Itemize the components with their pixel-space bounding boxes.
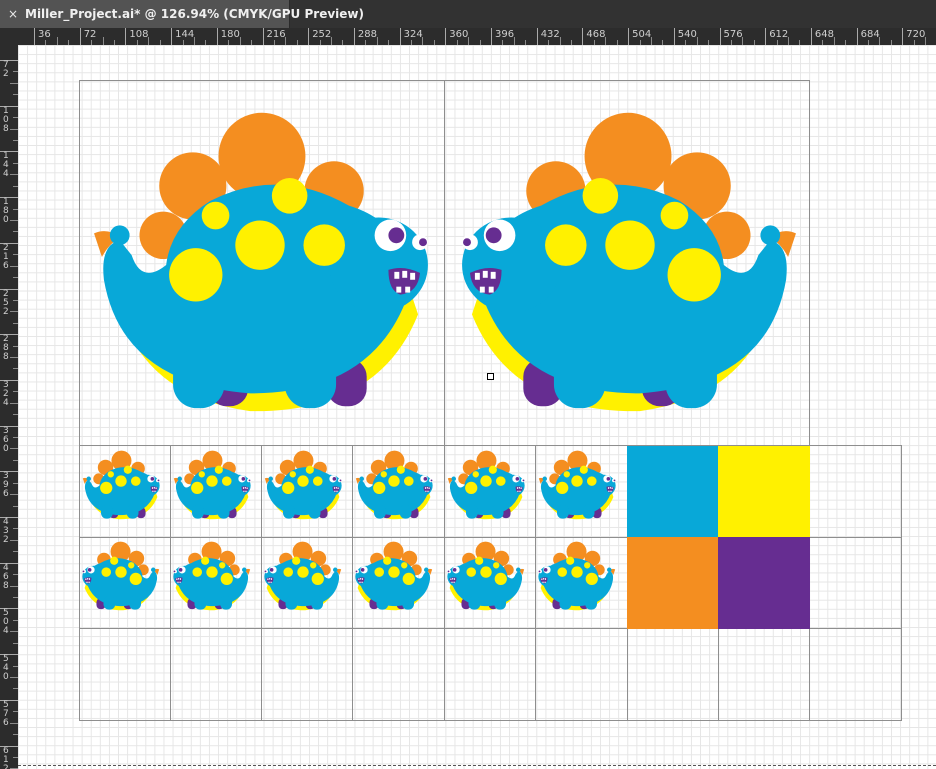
ruler-label: 36: [34, 28, 51, 45]
color-swatch-blue[interactable]: [627, 446, 719, 538]
ruler-tick: [513, 37, 515, 45]
artboard-small[interactable]: [809, 628, 902, 721]
document-tab-bar: × Miller_Project.ai* @ 126.94% (CMYK/GPU…: [0, 0, 936, 28]
small-dino-left-facing[interactable]: [80, 538, 162, 613]
vertical-ruler[interactable]: 7210814418021625228832436039643246850454…: [0, 45, 18, 769]
artboard-small[interactable]: [718, 628, 810, 721]
ruler-label: 72: [0, 60, 18, 79]
small-dino-right-facing[interactable]: [445, 447, 527, 522]
ruler-tick: [696, 37, 698, 45]
ruler-tick: [468, 37, 470, 45]
horizontal-ruler[interactable]: 36 72 108 144 180 216 252 288 324 360 396 432 468 504…: [18, 28, 936, 45]
small-dino-right-facing[interactable]: [353, 447, 435, 522]
artboard-small[interactable]: [809, 445, 902, 538]
small-dino-right-facing[interactable]: [80, 447, 162, 522]
artboard-small[interactable]: [444, 628, 536, 721]
ruler-tick: [605, 37, 607, 45]
ruler-tick: [788, 37, 789, 45]
artboard-small[interactable]: [627, 628, 719, 721]
ruler-label: 216: [0, 242, 18, 271]
document-tab[interactable]: × Miller_Project.ai* @ 126.94% (CMYK/GPU…: [0, 0, 364, 28]
ruler-tick: [10, 128, 18, 130]
large-dino-left-facing[interactable]: [452, 97, 808, 423]
ruler-tick: [10, 448, 18, 450]
ruler-tick: [10, 174, 18, 176]
small-dino-right-facing[interactable]: [262, 447, 344, 522]
artboard-small[interactable]: [352, 628, 445, 721]
ruler-tick: [239, 37, 241, 45]
small-dino-left-facing[interactable]: [171, 538, 253, 613]
ruler-tick: [10, 357, 18, 358]
artboard-canvas[interactable]: [18, 45, 936, 769]
ruler-label: 72: [79, 28, 96, 45]
artboard-small[interactable]: [261, 628, 353, 721]
ruler-tick: [10, 219, 18, 221]
ruler-tick: [10, 402, 18, 404]
ruler-tick: [879, 37, 881, 45]
ruler-tick: [650, 37, 652, 45]
ruler-label: 252: [0, 288, 18, 317]
small-dino-right-facing[interactable]: [536, 447, 618, 522]
ruler-tick: [193, 37, 195, 45]
small-dino-left-facing[interactable]: [262, 538, 344, 613]
color-swatch-yellow[interactable]: [718, 446, 810, 538]
small-dino-left-facing[interactable]: [445, 538, 527, 613]
ruler-label: 396: [0, 471, 18, 499]
artboard-small[interactable]: [170, 628, 262, 721]
ruler-tick: [742, 37, 744, 45]
artboard-small[interactable]: [809, 537, 902, 629]
ruler-tick: [422, 37, 424, 45]
ruler-label: 180: [0, 197, 18, 225]
ruler-tick: [285, 37, 287, 45]
ruler-label: 144: [0, 151, 18, 179]
large-dino-right-facing[interactable]: [82, 97, 438, 423]
ruler-tick: [925, 37, 927, 45]
ruler-tick: [10, 722, 18, 724]
artboard-bottom-edge: [18, 765, 936, 766]
ruler-tick: [10, 265, 18, 267]
color-swatch-orange[interactable]: [627, 537, 719, 629]
ruler-tick: [148, 37, 150, 45]
ruler-tick: [10, 494, 18, 496]
ruler-label: 576: [0, 699, 18, 728]
close-icon[interactable]: ×: [6, 6, 20, 22]
selection-anchor-handle[interactable]: [487, 373, 494, 380]
artboard-small[interactable]: [79, 628, 171, 721]
ruler-tick: [10, 676, 18, 678]
ruler-tick: [102, 37, 104, 45]
ruler-tick: [833, 37, 835, 45]
small-dino-left-facing[interactable]: [536, 538, 618, 613]
ruler-label: 360: [0, 425, 18, 454]
ruler-label: 504: [0, 608, 18, 636]
artboard-small[interactable]: [535, 628, 628, 721]
ruler-tick: [10, 585, 18, 587]
ruler-tick: [376, 37, 378, 45]
color-swatch-purple[interactable]: [718, 537, 810, 629]
ruler-tick: [331, 37, 332, 45]
ruler-tick: [10, 539, 18, 541]
ruler-tick: [56, 37, 58, 45]
ruler-tick: [10, 631, 18, 633]
ruler-origin[interactable]: [0, 28, 18, 45]
ruler-tick: [10, 311, 18, 313]
ruler-tick: [10, 82, 18, 84]
small-dino-right-facing[interactable]: [171, 447, 253, 522]
document-tab-title[interactable]: Miller_Project.ai* @ 126.94% (CMYK/GPU P…: [25, 6, 364, 22]
small-dino-left-facing[interactable]: [353, 538, 435, 613]
ruler-label: 540: [0, 654, 18, 682]
ruler-label: 324: [0, 379, 18, 408]
ruler-label: 432: [0, 517, 18, 545]
ruler-tick: [559, 37, 561, 45]
